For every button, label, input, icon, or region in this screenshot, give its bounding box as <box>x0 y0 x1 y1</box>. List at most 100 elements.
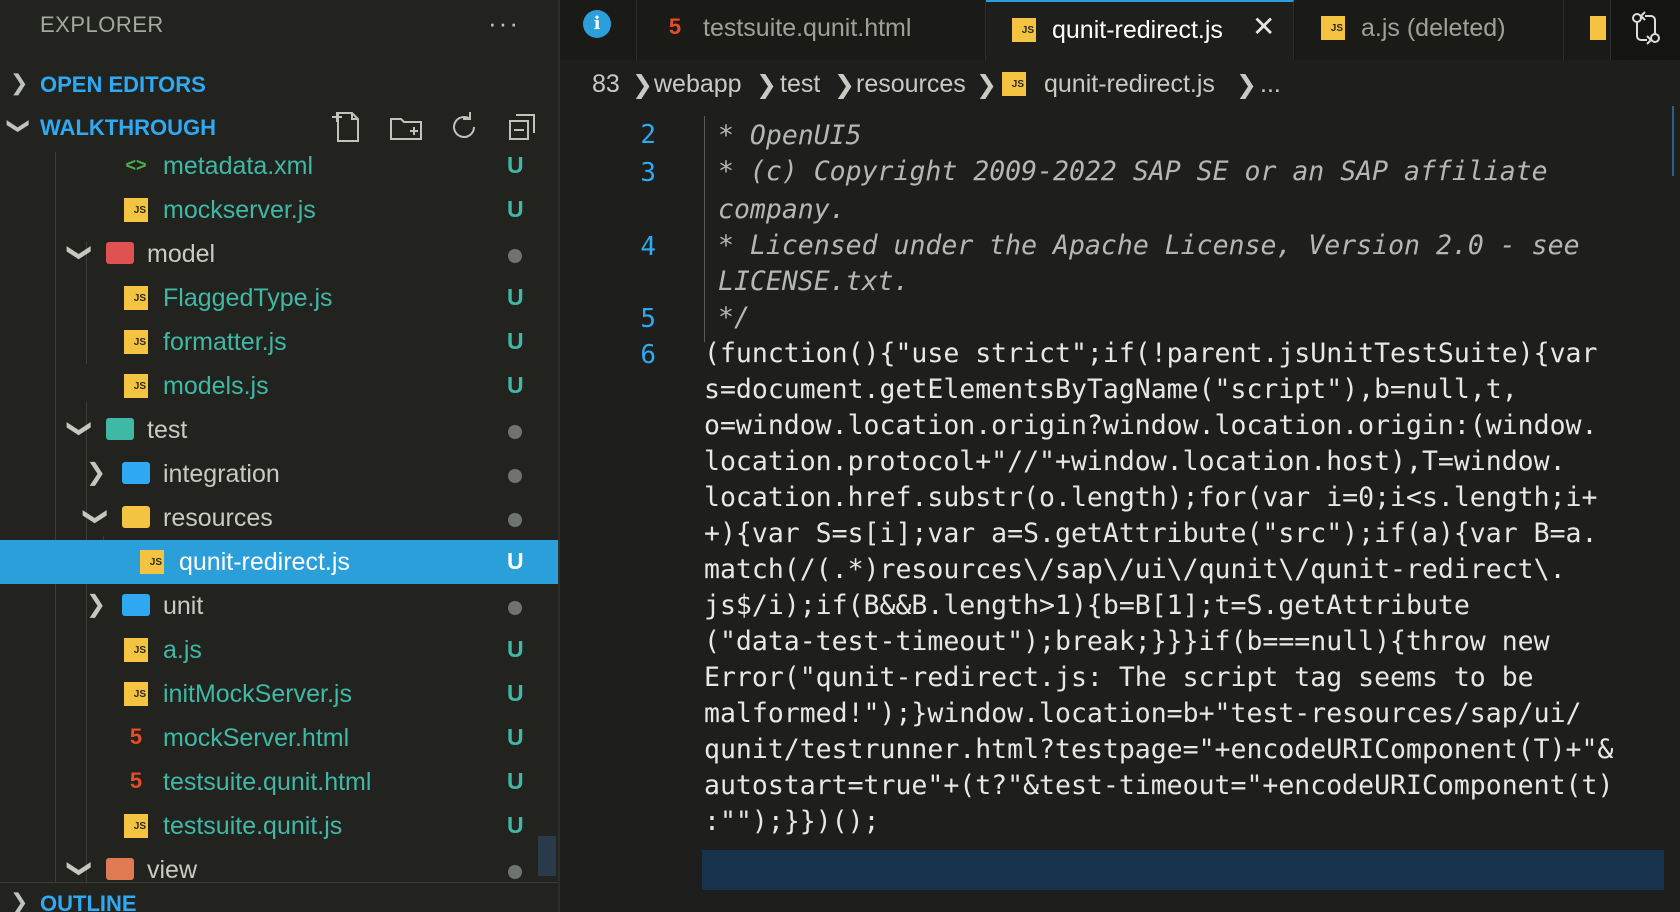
folder-red-open-icon <box>106 242 134 264</box>
more-actions-icon[interactable]: ··· <box>488 8 520 39</box>
line-number: 5 <box>640 304 656 334</box>
outline-section[interactable]: ❯ OUTLINE <box>0 882 558 912</box>
walkthrough-section[interactable]: ❯ WALKTHROUGH <box>0 105 558 149</box>
chevron-right-icon: ❯ <box>10 889 29 912</box>
info-icon[interactable]: i <box>583 10 611 38</box>
folder-blue-icon <box>122 594 150 616</box>
untracked-badge: U <box>507 636 524 662</box>
close-icon[interactable]: ✕ <box>1252 10 1275 43</box>
js-file-icon: JS <box>1012 18 1036 42</box>
walkthrough-label: WALKTHROUGH <box>40 115 216 140</box>
chevron-right-icon: ❯ <box>86 459 107 486</box>
tree-item-flaggedtype-js[interactable]: JS FlaggedType.js U <box>0 276 558 320</box>
untracked-badge: U <box>507 284 524 310</box>
tree-item-label: qunit-redirect.js <box>179 548 350 576</box>
js-file-icon: JS <box>124 682 148 706</box>
tree-item-metadata-xml[interactable]: <> metadata.xml U <box>0 152 558 188</box>
explorer-sidebar: EXPLORER ··· ❯ OPEN EDITORS ❯ WALKTHROUG… <box>0 0 558 912</box>
code-line: match(/(.*)resources\/sap\/ui\/qunit\/qu… <box>704 554 1566 585</box>
status-dot <box>508 513 522 527</box>
breadcrumb-item[interactable]: ... <box>1260 70 1281 99</box>
open-editors-section[interactable]: ❯ OPEN EDITORS <box>0 62 558 106</box>
chevron-right-icon: ❯ <box>1236 71 1257 99</box>
tree-item-mockserver-js[interactable]: JS mockserver.js U <box>0 188 558 232</box>
sidebar-scrollbar[interactable] <box>538 836 556 876</box>
breadcrumb-item[interactable]: qunit-redirect.js <box>1044 70 1215 99</box>
status-dot <box>508 425 522 439</box>
new-file-icon[interactable] <box>330 109 366 145</box>
tree-item-testsuite-qunit-html[interactable]: 5 testsuite.qunit.html U <box>0 760 558 804</box>
folder-blue-icon <box>122 462 150 484</box>
untracked-badge: U <box>507 196 524 222</box>
tree-item-mockserver-html[interactable]: 5 mockServer.html U <box>0 716 558 760</box>
untracked-badge: U <box>507 548 524 574</box>
js-file-icon: JS <box>124 330 148 354</box>
tree-item-integration-folder[interactable]: ❯ integration <box>0 452 558 496</box>
tree-item-view-folder[interactable]: ❯ view <box>0 848 558 882</box>
code-line: ("data-test-timeout");break;}}}if(b===nu… <box>704 626 1550 657</box>
code-line: :"");}})(); <box>704 806 880 837</box>
tree-item-resources-folder[interactable]: ❯ resources <box>0 496 558 540</box>
html-file-icon: 5 <box>129 768 143 793</box>
outline-label: OUTLINE <box>40 891 137 912</box>
breadcrumb-item[interactable]: webapp <box>654 70 742 99</box>
html-file-icon: 5 <box>668 14 682 39</box>
tree-item-test-folder[interactable]: ❯ test <box>0 408 558 452</box>
new-folder-icon[interactable] <box>388 109 424 145</box>
js-file-icon: JS <box>124 374 148 398</box>
breadcrumb-item[interactable]: 83 <box>592 70 620 99</box>
js-file-icon: JS <box>1321 16 1345 40</box>
compare-changes-icon[interactable] <box>1628 10 1664 46</box>
code-comment-line: * OpenUI5 <box>718 120 862 151</box>
code-line: s=document.getElementsByTagName("script"… <box>704 374 1518 405</box>
tree-item-formatter-js[interactable]: JS formatter.js U <box>0 320 558 364</box>
tab-overflow[interactable] <box>1564 0 1611 60</box>
tab-testsuite-qunit-html[interactable]: 5 testsuite.qunit.html <box>637 0 986 60</box>
untracked-badge: U <box>507 680 524 706</box>
chevron-right-icon: ❯ <box>756 71 777 99</box>
tab-qunit-redirect-js[interactable]: JS qunit-redirect.js ✕ <box>986 0 1294 60</box>
tree-item-unit-folder[interactable]: ❯ unit <box>0 584 558 628</box>
js-file-icon: JS <box>124 814 148 838</box>
chevron-down-icon: ❯ <box>66 858 94 879</box>
js-file-icon <box>1590 16 1606 40</box>
chevron-down-icon: ❯ <box>66 418 94 439</box>
chevron-down-icon: ❯ <box>7 116 33 136</box>
tab-label: qunit-redirect.js <box>1052 16 1223 44</box>
tree-item-model-folder[interactable]: ❯ model <box>0 232 558 276</box>
code-line: (function(){"use strict";if(!parent.jsUn… <box>704 338 1598 369</box>
tab-label: testsuite.qunit.html <box>703 14 912 42</box>
tree-item-models-js[interactable]: JS models.js U <box>0 364 558 408</box>
untracked-badge: U <box>507 152 524 178</box>
tree-item-label: formatter.js <box>163 328 287 356</box>
tab-a-js-deleted[interactable]: JS a.js (deleted) <box>1295 0 1564 60</box>
untracked-badge: U <box>507 812 524 838</box>
tree-item-label: view <box>147 856 198 882</box>
status-dot <box>508 865 522 879</box>
tree-item-initmockserver-js[interactable]: JS initMockServer.js U <box>0 672 558 716</box>
tree-item-qunit-redirect-js[interactable]: JS qunit-redirect.js U <box>0 540 558 584</box>
breadcrumb-item[interactable]: resources <box>856 70 966 99</box>
current-line-highlight <box>702 850 1664 890</box>
tree-item-testsuite-qunit-js[interactable]: JS testsuite.qunit.js U <box>0 804 558 848</box>
js-file-icon: JS <box>1002 72 1026 96</box>
refresh-icon[interactable] <box>446 109 482 145</box>
code-comment-line: LICENSE.txt. <box>718 266 910 297</box>
tree-item-a-js[interactable]: JS a.js U <box>0 628 558 672</box>
code-editor[interactable]: 2 3 4 5 6 * OpenUI5 * (c) Copyright 2009… <box>560 106 1680 912</box>
untracked-badge: U <box>507 328 524 354</box>
folder-orange-open-icon <box>106 858 134 880</box>
line-number: 3 <box>640 158 656 188</box>
breadcrumb-item[interactable]: test <box>780 70 820 99</box>
status-dot <box>508 601 522 615</box>
minimap[interactable] <box>1670 106 1680 912</box>
tab-label: a.js (deleted) <box>1361 14 1506 42</box>
code-line: location.href.substr(o.length);for(var i… <box>704 482 1598 513</box>
chevron-down-icon: ❯ <box>82 506 110 527</box>
collapse-all-icon[interactable] <box>504 109 540 145</box>
code-line: +){var S=s[i];var a=S.getAttribute("src"… <box>704 518 1598 549</box>
code-line: autostart=true"+(t?"&test-timeout="+enco… <box>704 770 1614 801</box>
tree-item-label: metadata.xml <box>163 152 314 180</box>
tree-item-label: models.js <box>163 372 269 400</box>
tree-item-label: resources <box>163 504 273 532</box>
